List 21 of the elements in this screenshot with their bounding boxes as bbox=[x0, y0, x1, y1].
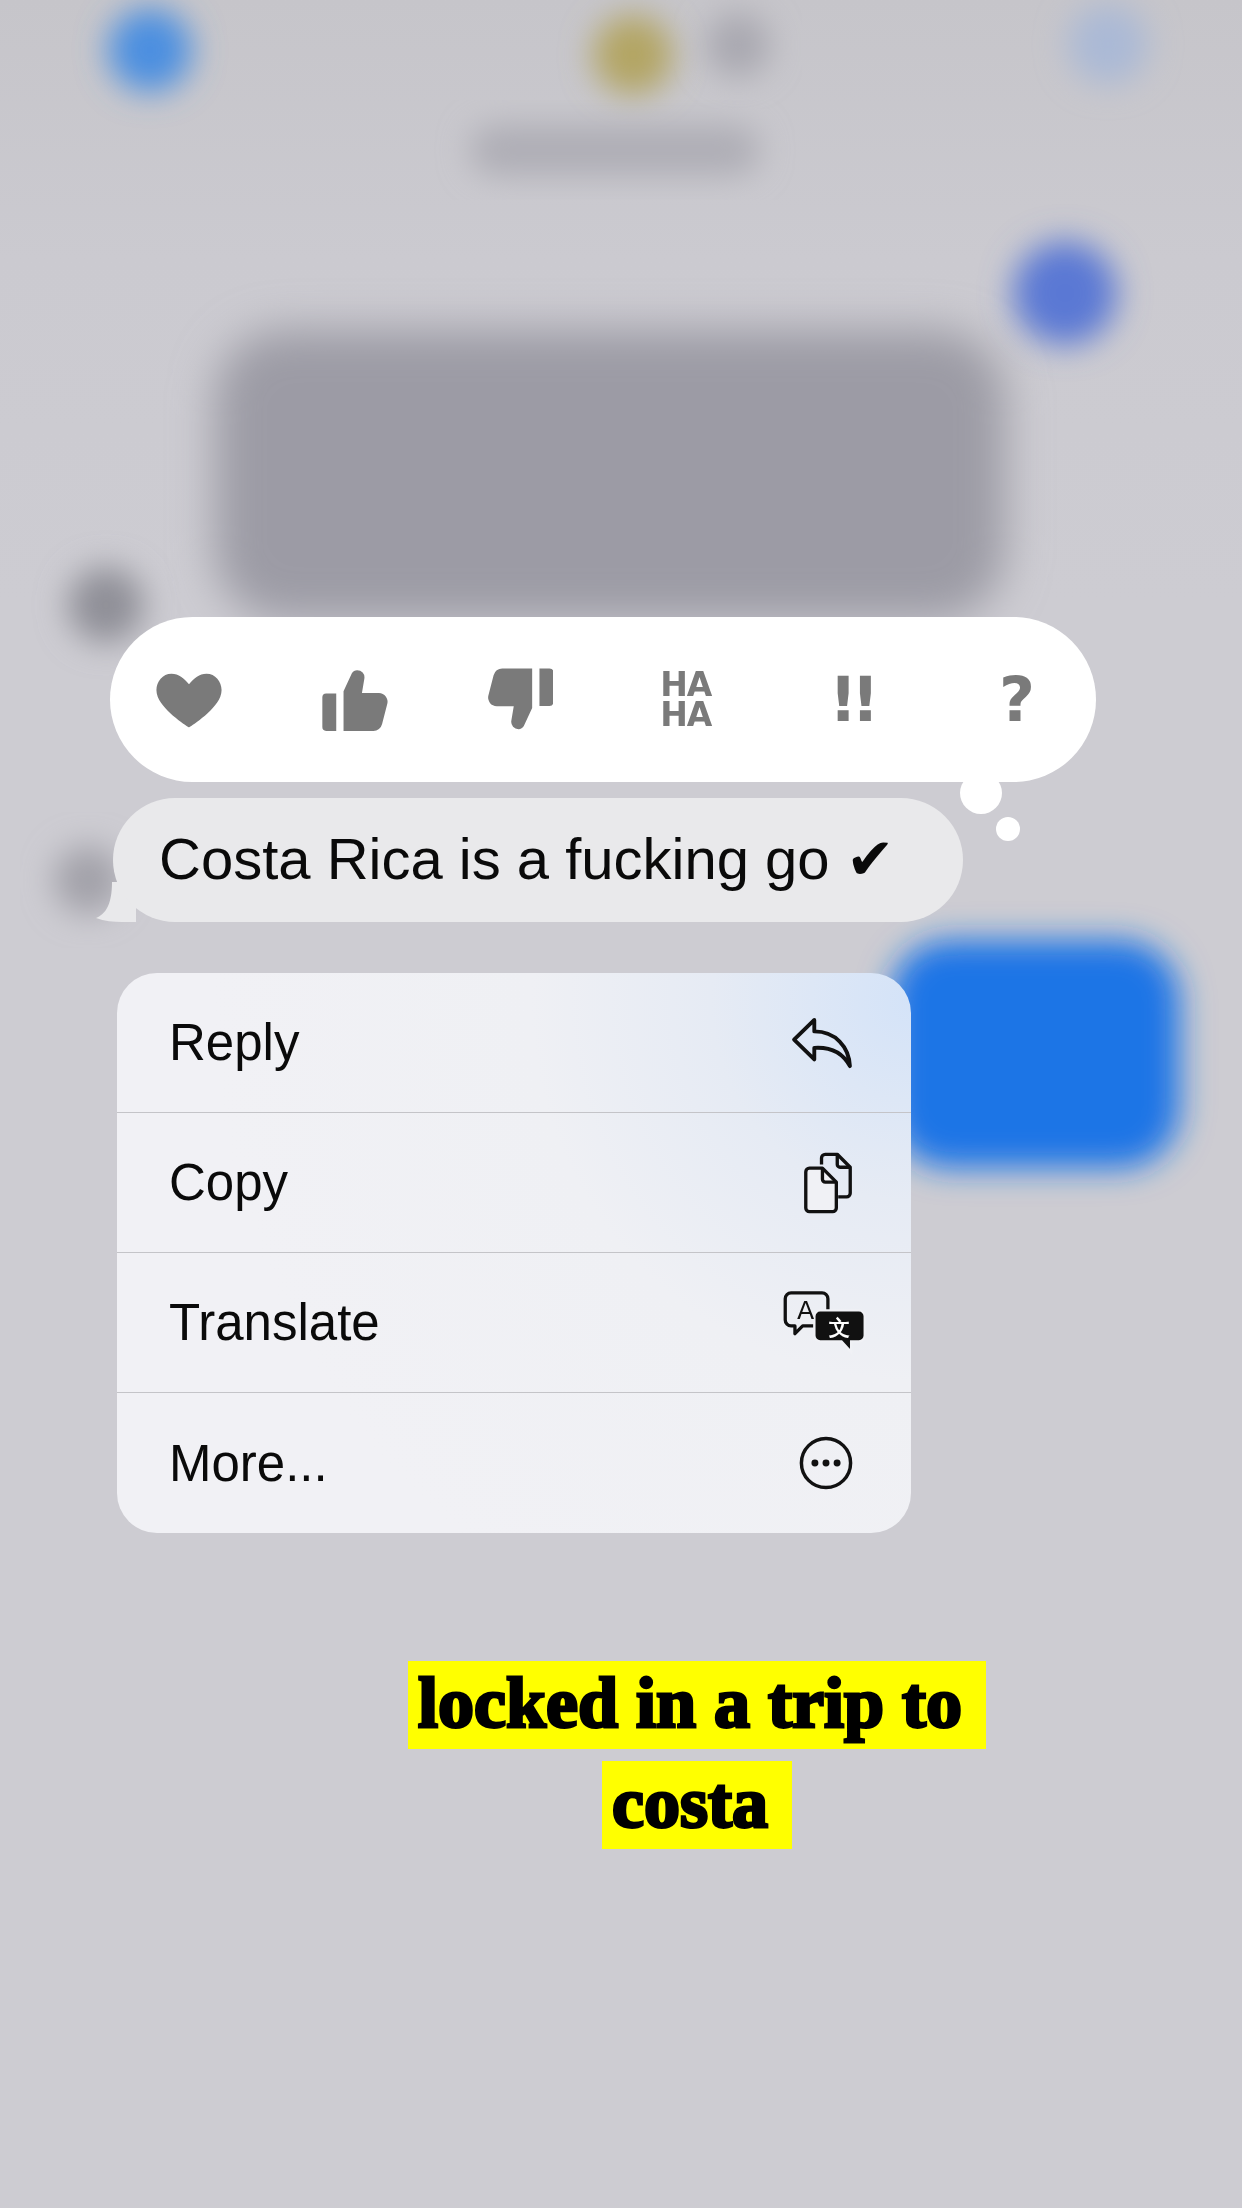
caption-text: costa bbox=[602, 1761, 792, 1849]
menu-item[interactable]: Reply bbox=[117, 973, 911, 1113]
bubble-tail bbox=[96, 882, 136, 922]
message-bubble: Costa Rica is a fucking go ✔ bbox=[113, 798, 963, 922]
heart-icon bbox=[156, 671, 222, 728]
thumbs-down-icon bbox=[487, 667, 554, 732]
reaction-button[interactable]: !! bbox=[803, 651, 900, 748]
thumbs-up-icon bbox=[321, 667, 388, 732]
reaction-tail-dot bbox=[996, 817, 1020, 841]
menu-item[interactable]: More... bbox=[117, 1393, 911, 1533]
caption-text: locked in a trip to bbox=[408, 1661, 986, 1749]
reply-icon bbox=[791, 1016, 853, 1069]
copy-icon bbox=[803, 1151, 853, 1214]
blurred-status-icon bbox=[706, 13, 770, 77]
blurred-header-icon bbox=[108, 8, 192, 92]
blurred-header-icon bbox=[1068, 4, 1148, 84]
menu-item[interactable]: Translate A 文 bbox=[117, 1253, 911, 1393]
reaction-button[interactable]: ? bbox=[968, 651, 1065, 748]
reaction-button[interactable]: HA HA bbox=[637, 651, 734, 748]
more-icon bbox=[799, 1436, 853, 1490]
menu-item[interactable]: Copy bbox=[117, 1113, 911, 1253]
